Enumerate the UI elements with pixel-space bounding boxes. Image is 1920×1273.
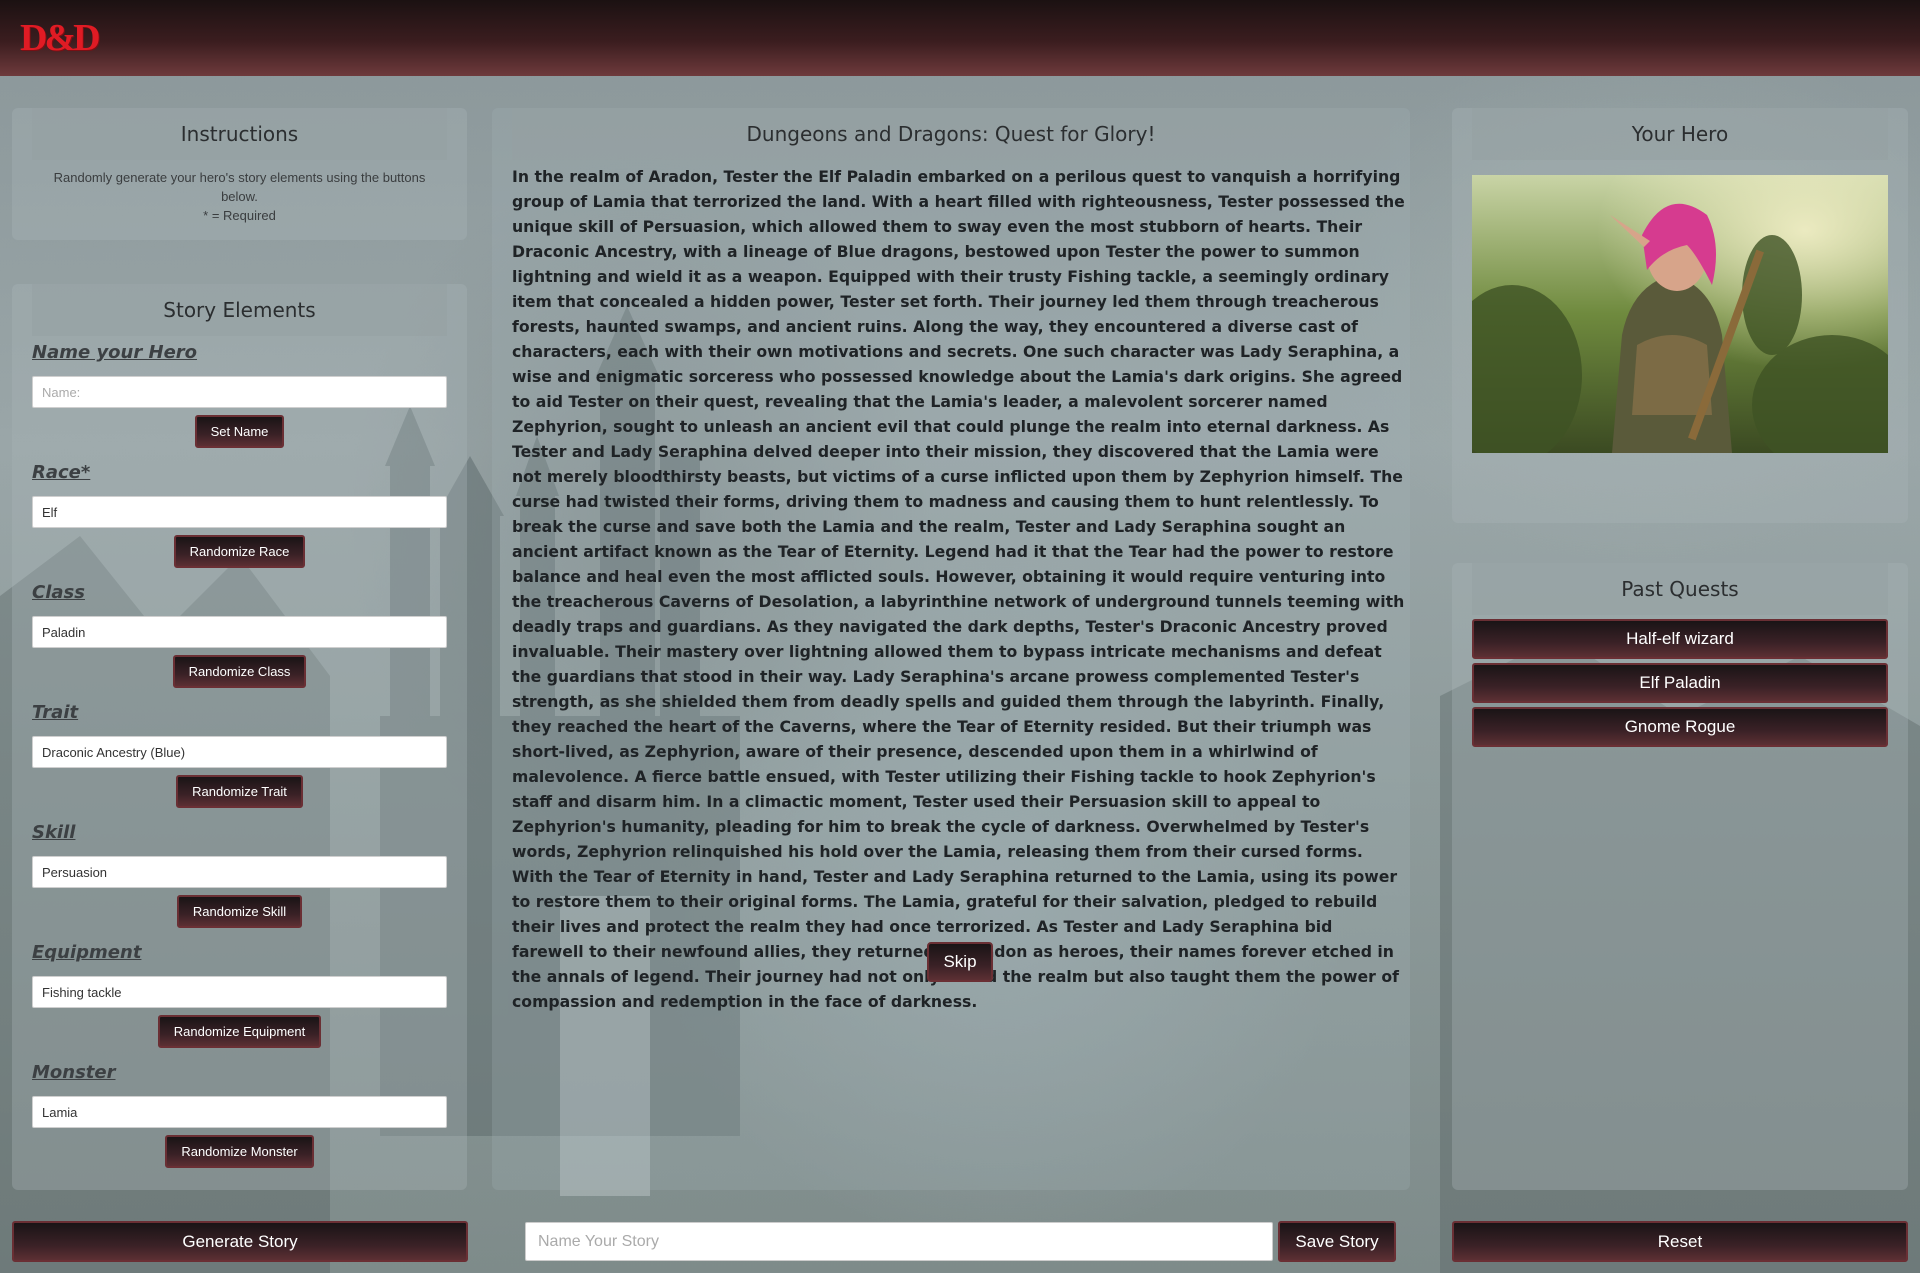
skill-field[interactable]: Persuasion [32, 856, 447, 888]
name-label: Name your Hero [32, 342, 198, 363]
monster-group: Monster Lamia Randomize Monster [32, 1062, 447, 1168]
skip-button[interactable]: Skip [927, 942, 993, 982]
trait-label: Trait [32, 702, 79, 723]
past-quest-item[interactable]: Gnome Rogue [1472, 707, 1888, 747]
story-name-input[interactable]: Name Your Story [525, 1222, 1273, 1261]
story-text: In the realm of Aradon, Tester the Elf P… [512, 167, 1405, 1011]
instructions-title: Instructions [32, 108, 447, 160]
past-quest-item[interactable]: Elf Paladin [1472, 663, 1888, 703]
equipment-label: Equipment [32, 942, 142, 963]
hero-name-input[interactable]: Name: [32, 376, 447, 408]
randomize-equipment-button[interactable]: Randomize Equipment [157, 1015, 322, 1048]
past-quests-title: Past Quests [1472, 563, 1888, 615]
randomize-skill-button[interactable]: Randomize Skill [176, 895, 303, 928]
story-elements-title: Story Elements [32, 284, 447, 336]
story-title: Dungeons and Dragons: Quest for Glory! [512, 108, 1390, 160]
skill-group: Skill Persuasion Randomize Skill [32, 822, 447, 928]
name-group: Name your Hero Name: Set Name [32, 342, 447, 448]
monster-field[interactable]: Lamia [32, 1096, 447, 1128]
instructions-text: Randomly generate your hero's story elem… [53, 170, 426, 204]
randomize-trait-button[interactable]: Randomize Trait [176, 775, 303, 808]
hero-panel: Your Hero [1452, 108, 1908, 523]
trait-field[interactable]: Draconic Ancestry (Blue) [32, 736, 447, 768]
class-field[interactable]: Paladin [32, 616, 447, 648]
randomize-race-button[interactable]: Randomize Race [173, 535, 306, 568]
story-panel: Dungeons and Dragons: Quest for Glory! I… [492, 108, 1410, 1190]
set-name-button[interactable]: Set Name [194, 415, 285, 448]
reset-button[interactable]: Reset [1452, 1221, 1908, 1262]
trait-group: Trait Draconic Ancestry (Blue) Randomize… [32, 702, 447, 808]
class-label: Class [32, 582, 85, 603]
skill-label: Skill [32, 822, 76, 843]
story-elements-panel: Story Elements Name your Hero Name: Set … [12, 284, 467, 1190]
top-navbar: D&D [0, 0, 1920, 76]
race-field[interactable]: Elf [32, 496, 447, 528]
required-note: * = Required [203, 208, 276, 223]
race-label: Race* [32, 462, 91, 483]
equipment-group: Equipment Fishing tackle Randomize Equip… [32, 942, 447, 1048]
randomize-class-button[interactable]: Randomize Class [172, 655, 307, 688]
generate-story-button[interactable]: Generate Story [12, 1221, 468, 1262]
save-story-button[interactable]: Save Story [1278, 1221, 1396, 1262]
class-group: Class Paladin Randomize Class [32, 582, 447, 688]
instructions-panel: Instructions Randomly generate your hero… [12, 108, 467, 240]
monster-label: Monster [32, 1062, 116, 1083]
past-quest-item[interactable]: Half-elf wizard [1472, 619, 1888, 659]
dnd-logo[interactable]: D&D [20, 16, 101, 60]
hero-portrait-image [1472, 175, 1888, 453]
hero-title: Your Hero [1472, 108, 1888, 160]
past-quests-panel: Past Quests Half-elf wizard Elf Paladin … [1452, 563, 1908, 1190]
equipment-field[interactable]: Fishing tackle [32, 976, 447, 1008]
race-group: Race* Elf Randomize Race [32, 462, 447, 568]
randomize-monster-button[interactable]: Randomize Monster [165, 1135, 314, 1168]
instructions-body: Randomly generate your hero's story elem… [12, 160, 467, 233]
